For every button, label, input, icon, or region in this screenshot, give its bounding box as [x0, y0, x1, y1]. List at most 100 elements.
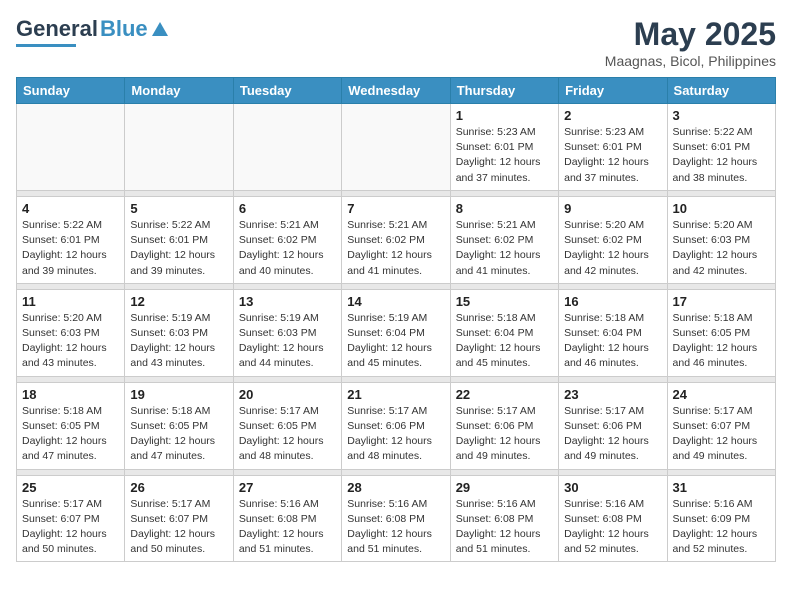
day-cell-0-3 — [342, 104, 450, 191]
day-info: Sunrise: 5:22 AM Sunset: 6:01 PM Dayligh… — [130, 218, 227, 279]
day-cell-4-1: 26 Sunrise: 5:17 AM Sunset: 6:07 PM Dayli… — [125, 475, 233, 562]
day-number: 21 — [347, 387, 444, 402]
day-info: Sunrise: 5:18 AM Sunset: 6:04 PM Dayligh… — [564, 311, 661, 372]
day-cell-3-1: 19 Sunrise: 5:18 AM Sunset: 6:05 PM Dayli… — [125, 382, 233, 469]
day-info: Sunrise: 5:20 AM Sunset: 6:02 PM Dayligh… — [564, 218, 661, 279]
col-thursday: Thursday — [450, 78, 558, 104]
day-info: Sunrise: 5:17 AM Sunset: 6:07 PM Dayligh… — [22, 497, 119, 558]
day-cell-3-4: 22Sunrise: 5:17 AM Sunset: 6:06 PM Dayli… — [450, 382, 558, 469]
day-cell-2-6: 17 Sunrise: 5:18 AM Sunset: 6:05 PM Dayli… — [667, 289, 775, 376]
day-number: 14 — [347, 294, 444, 309]
logo-underline — [16, 44, 76, 47]
day-number: 30 — [564, 480, 661, 495]
day-info: Sunrise: 5:16 AM Sunset: 6:08 PM Dayligh… — [456, 497, 553, 558]
day-info: Sunrise: 5:16 AM Sunset: 6:08 PM Dayligh… — [564, 497, 661, 558]
day-info: Sunrise: 5:23 AM Sunset: 6:01 PM Dayligh… — [564, 125, 661, 186]
day-info: Sunrise: 5:18 AM Sunset: 6:05 PM Dayligh… — [130, 404, 227, 465]
week-row-4: 18 Sunrise: 5:18 AM Sunset: 6:05 PM Dayli… — [17, 382, 776, 469]
day-cell-4-2: 27Sunrise: 5:16 AM Sunset: 6:08 PM Dayli… — [233, 475, 341, 562]
day-info: Sunrise: 5:18 AM Sunset: 6:05 PM Dayligh… — [22, 404, 119, 465]
day-cell-0-0 — [17, 104, 125, 191]
day-number: 26 — [130, 480, 227, 495]
day-number: 12 — [130, 294, 227, 309]
day-info: Sunrise: 5:17 AM Sunset: 6:07 PM Dayligh… — [673, 404, 770, 465]
day-number: 16 — [564, 294, 661, 309]
page-container: General Blue May 2025 Maagnas, Bicol, Ph… — [0, 0, 792, 572]
day-info: Sunrise: 5:22 AM Sunset: 6:01 PM Dayligh… — [22, 218, 119, 279]
week-row-2: 4Sunrise: 5:22 AM Sunset: 6:01 PM Daylig… — [17, 196, 776, 283]
day-number: 9 — [564, 201, 661, 216]
day-info: Sunrise: 5:22 AM Sunset: 6:01 PM Dayligh… — [673, 125, 770, 186]
day-number: 25 — [22, 480, 119, 495]
day-cell-4-6: 31 Sunrise: 5:16 AM Sunset: 6:09 PM Dayli… — [667, 475, 775, 562]
day-cell-0-2 — [233, 104, 341, 191]
week-row-5: 25 Sunrise: 5:17 AM Sunset: 6:07 PM Dayli… — [17, 475, 776, 562]
day-cell-0-6: 3 Sunrise: 5:22 AM Sunset: 6:01 PM Daylig… — [667, 104, 775, 191]
day-cell-3-6: 24Sunrise: 5:17 AM Sunset: 6:07 PM Dayli… — [667, 382, 775, 469]
day-number: 2 — [564, 108, 661, 123]
title-block: May 2025 Maagnas, Bicol, Philippines — [605, 16, 776, 69]
day-number: 22 — [456, 387, 553, 402]
day-number: 18 — [22, 387, 119, 402]
day-cell-2-5: 16 Sunrise: 5:18 AM Sunset: 6:04 PM Dayli… — [559, 289, 667, 376]
col-monday: Monday — [125, 78, 233, 104]
day-number: 28 — [347, 480, 444, 495]
day-number: 29 — [456, 480, 553, 495]
day-info: Sunrise: 5:18 AM Sunset: 6:05 PM Dayligh… — [673, 311, 770, 372]
day-cell-0-5: 2 Sunrise: 5:23 AM Sunset: 6:01 PM Daylig… — [559, 104, 667, 191]
col-tuesday: Tuesday — [233, 78, 341, 104]
day-number: 23 — [564, 387, 661, 402]
day-number: 3 — [673, 108, 770, 123]
logo-general: General — [16, 16, 98, 42]
day-number: 10 — [673, 201, 770, 216]
week-row-3: 11Sunrise: 5:20 AM Sunset: 6:03 PM Dayli… — [17, 289, 776, 376]
subtitle: Maagnas, Bicol, Philippines — [605, 53, 776, 69]
col-saturday: Saturday — [667, 78, 775, 104]
day-cell-0-1 — [125, 104, 233, 191]
day-number: 6 — [239, 201, 336, 216]
day-number: 20 — [239, 387, 336, 402]
day-cell-2-0: 11Sunrise: 5:20 AM Sunset: 6:03 PM Dayli… — [17, 289, 125, 376]
main-title: May 2025 — [605, 16, 776, 53]
day-headers-row: Sunday Monday Tuesday Wednesday Thursday… — [17, 78, 776, 104]
day-info: Sunrise: 5:23 AM Sunset: 6:01 PM Dayligh… — [456, 125, 553, 186]
day-number: 31 — [673, 480, 770, 495]
day-number: 15 — [456, 294, 553, 309]
header: General Blue May 2025 Maagnas, Bicol, Ph… — [16, 16, 776, 69]
day-cell-4-0: 25 Sunrise: 5:17 AM Sunset: 6:07 PM Dayli… — [17, 475, 125, 562]
day-cell-4-3: 28 Sunrise: 5:16 AM Sunset: 6:08 PM Dayli… — [342, 475, 450, 562]
day-number: 19 — [130, 387, 227, 402]
day-cell-3-0: 18 Sunrise: 5:18 AM Sunset: 6:05 PM Dayli… — [17, 382, 125, 469]
day-info: Sunrise: 5:16 AM Sunset: 6:08 PM Dayligh… — [239, 497, 336, 558]
col-wednesday: Wednesday — [342, 78, 450, 104]
day-cell-4-5: 30 Sunrise: 5:16 AM Sunset: 6:08 PM Dayli… — [559, 475, 667, 562]
day-cell-1-3: 7Sunrise: 5:21 AM Sunset: 6:02 PM Daylig… — [342, 196, 450, 283]
day-info: Sunrise: 5:18 AM Sunset: 6:04 PM Dayligh… — [456, 311, 553, 372]
day-cell-2-4: 15 Sunrise: 5:18 AM Sunset: 6:04 PM Dayli… — [450, 289, 558, 376]
day-number: 13 — [239, 294, 336, 309]
day-cell-1-1: 5 Sunrise: 5:22 AM Sunset: 6:01 PM Daylig… — [125, 196, 233, 283]
day-info: Sunrise: 5:17 AM Sunset: 6:06 PM Dayligh… — [564, 404, 661, 465]
day-info: Sunrise: 5:19 AM Sunset: 6:03 PM Dayligh… — [239, 311, 336, 372]
day-info: Sunrise: 5:17 AM Sunset: 6:07 PM Dayligh… — [130, 497, 227, 558]
day-number: 5 — [130, 201, 227, 216]
day-info: Sunrise: 5:16 AM Sunset: 6:08 PM Dayligh… — [347, 497, 444, 558]
day-number: 17 — [673, 294, 770, 309]
day-cell-4-4: 29 Sunrise: 5:16 AM Sunset: 6:08 PM Dayli… — [450, 475, 558, 562]
logo: General Blue — [16, 16, 168, 47]
day-cell-1-6: 10 Sunrise: 5:20 AM Sunset: 6:03 PM Dayli… — [667, 196, 775, 283]
day-cell-1-0: 4Sunrise: 5:22 AM Sunset: 6:01 PM Daylig… — [17, 196, 125, 283]
day-info: Sunrise: 5:17 AM Sunset: 6:06 PM Dayligh… — [347, 404, 444, 465]
day-cell-1-2: 6Sunrise: 5:21 AM Sunset: 6:02 PM Daylig… — [233, 196, 341, 283]
day-cell-2-2: 13 Sunrise: 5:19 AM Sunset: 6:03 PM Dayli… — [233, 289, 341, 376]
logo-blue: Blue — [100, 16, 148, 42]
col-sunday: Sunday — [17, 78, 125, 104]
week-row-1: 1 Sunrise: 5:23 AM Sunset: 6:01 PM Daylig… — [17, 104, 776, 191]
day-info: Sunrise: 5:20 AM Sunset: 6:03 PM Dayligh… — [673, 218, 770, 279]
day-cell-3-3: 21 Sunrise: 5:17 AM Sunset: 6:06 PM Dayli… — [342, 382, 450, 469]
day-number: 1 — [456, 108, 553, 123]
calendar-table: Sunday Monday Tuesday Wednesday Thursday… — [16, 77, 776, 562]
day-info: Sunrise: 5:16 AM Sunset: 6:09 PM Dayligh… — [673, 497, 770, 558]
day-number: 8 — [456, 201, 553, 216]
day-cell-3-5: 23 Sunrise: 5:17 AM Sunset: 6:06 PM Dayli… — [559, 382, 667, 469]
